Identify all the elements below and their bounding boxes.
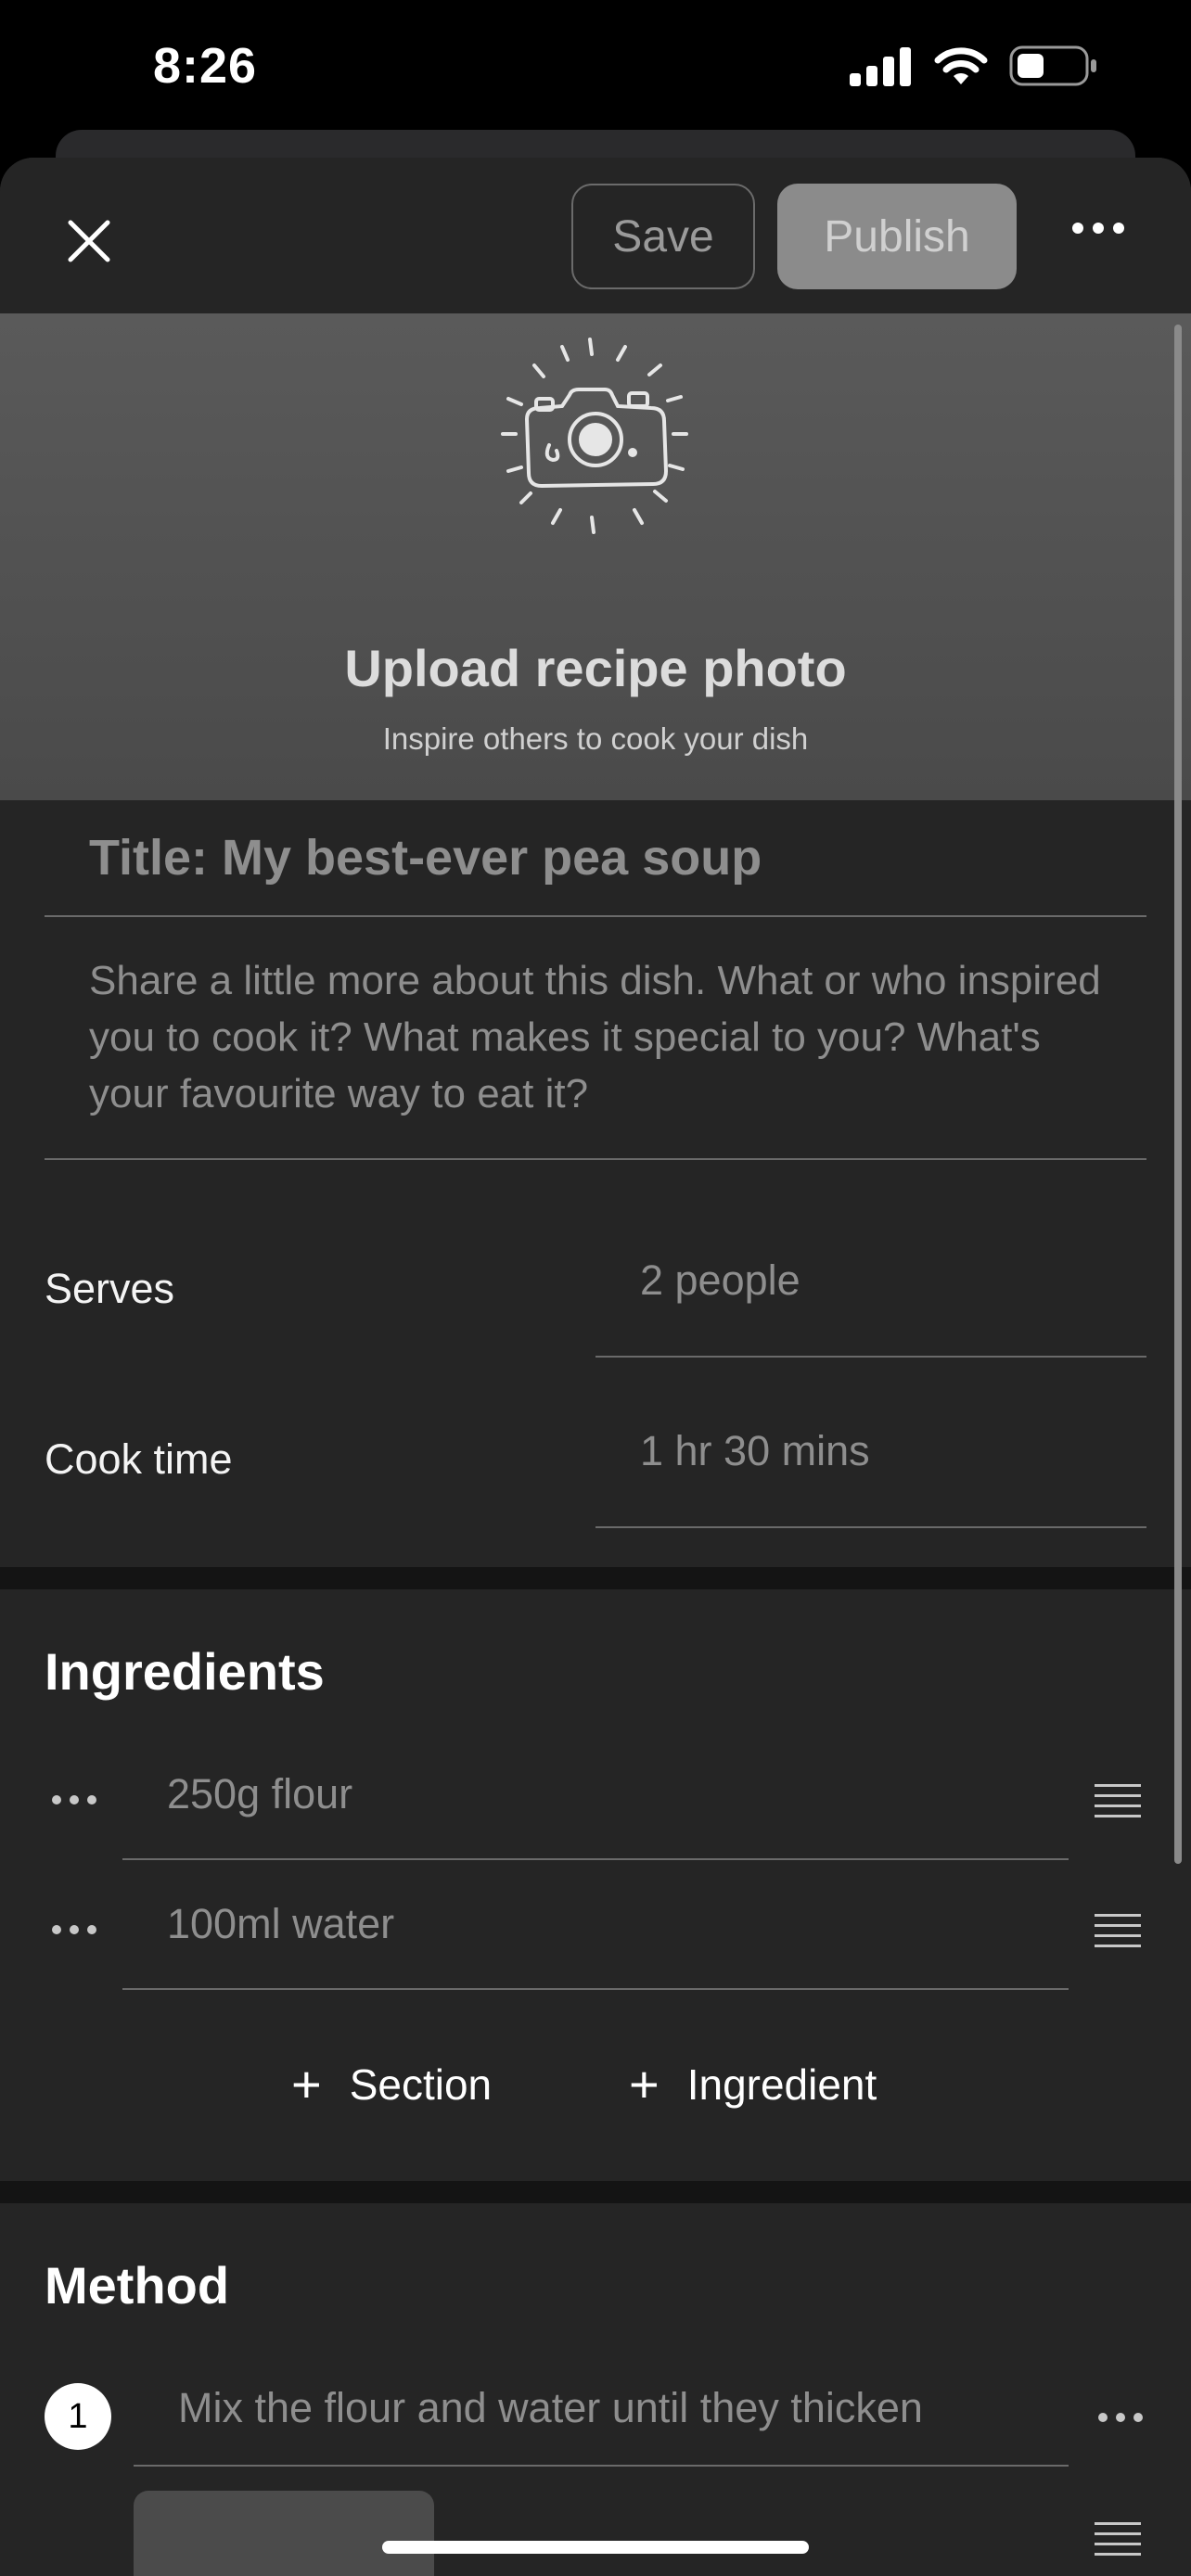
section-divider <box>0 2181 1191 2203</box>
save-button[interactable]: Save <box>571 184 755 289</box>
upload-photo-area[interactable]: Upload recipe photo Inspire others to co… <box>0 313 1191 800</box>
step-options-icon[interactable] <box>1098 2413 1143 2422</box>
home-indicator[interactable] <box>382 2541 809 2554</box>
upload-photo-subtitle: Inspire others to cook your dish <box>382 721 809 756</box>
signal-icon <box>850 47 911 86</box>
add-ingredient-label: Ingredient <box>686 2060 877 2109</box>
camera-icon <box>501 338 688 534</box>
drag-handle-icon[interactable] <box>1095 2522 1141 2563</box>
title-input[interactable]: Title: My best-ever pea soup <box>45 800 1146 917</box>
battery-icon <box>1009 45 1096 86</box>
status-time: 8:26 <box>153 38 258 94</box>
recipe-editor-sheet: Save Publish Upload recipe photo Inspire… <box>0 158 1191 2576</box>
add-section-label: Section <box>349 2060 493 2109</box>
step-number: 1 <box>45 2383 111 2450</box>
publish-button[interactable]: Publish <box>777 184 1017 289</box>
scrollbar[interactable] <box>1174 325 1182 1864</box>
ingredient-input[interactable]: 100ml water <box>122 1860 1069 1990</box>
more-icon[interactable] <box>1072 223 1124 234</box>
serves-label: Serves <box>45 1265 175 1312</box>
section-divider <box>0 1567 1191 1589</box>
status-icons <box>850 45 1098 87</box>
wifi-icon <box>934 47 988 84</box>
plus-icon: + <box>629 2055 660 2113</box>
step-photo-upload[interactable] <box>134 2491 434 2576</box>
cook-time-label: Cook time <box>45 1435 233 1483</box>
upload-photo-title: Upload recipe photo <box>344 639 847 697</box>
ingredients-heading: Ingredients <box>45 1642 325 1701</box>
cook-time-input[interactable]: 1 hr 30 mins <box>596 1376 1146 1528</box>
ingredient-options-icon[interactable] <box>52 1925 96 1934</box>
drag-handle-icon[interactable] <box>1095 1914 1141 1955</box>
description-input[interactable]: Share a little more about this dish. Wha… <box>45 917 1146 1160</box>
ingredient-input[interactable]: 250g flour <box>122 1730 1069 1860</box>
add-section-button[interactable]: + Section <box>291 2059 492 2111</box>
step-input[interactable]: Mix the flour and water until they thick… <box>134 2352 1069 2467</box>
ingredient-options-icon[interactable] <box>52 1795 96 1804</box>
serves-input[interactable]: 2 people <box>596 1205 1146 1358</box>
plus-icon: + <box>291 2055 322 2113</box>
method-heading: Method <box>45 2256 230 2315</box>
status-bar: 8:26 <box>0 0 1191 130</box>
add-ingredient-button[interactable]: + Ingredient <box>629 2059 877 2111</box>
editor-toolbar: Save Publish <box>0 158 1191 313</box>
drag-handle-icon[interactable] <box>1095 1784 1141 1825</box>
close-icon[interactable] <box>61 213 117 269</box>
